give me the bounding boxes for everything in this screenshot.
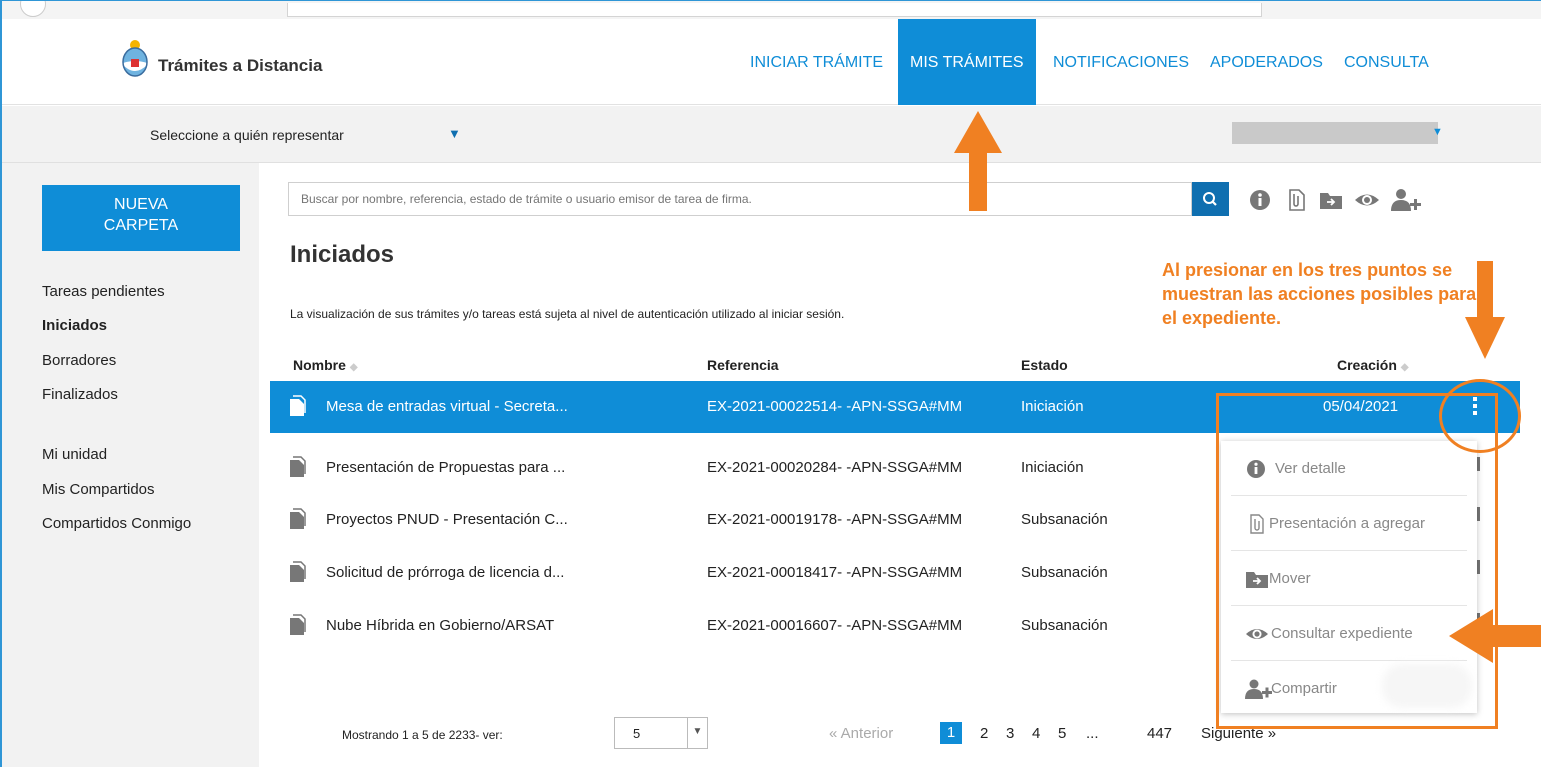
nav-apoderados[interactable]: APODERADOS [1210, 19, 1323, 105]
pagination-summary: Mostrando 1 a 5 de 2233- ver: [342, 728, 503, 742]
sort-icon[interactable]: ◆ [1401, 362, 1409, 373]
address-bar[interactable] [287, 3, 1262, 17]
user-caret-icon[interactable]: ▼ [1432, 126, 1443, 138]
column-header-creacion[interactable]: Creación ◆ [1337, 357, 1409, 373]
pagination-page-2[interactable]: 2 [980, 725, 988, 742]
search-button[interactable] [1192, 182, 1229, 216]
pagination-prev[interactable]: « Anterior [829, 725, 893, 742]
row-name[interactable]: Mesa de entradas virtual - Secreta... [326, 398, 568, 415]
attachment-icon[interactable] [1282, 188, 1308, 212]
chevron-down-icon[interactable]: ▼ [687, 718, 707, 748]
row-status: Iniciación [1021, 459, 1084, 476]
annotation-arrow-down-icon [1465, 261, 1505, 359]
pagination-page-447[interactable]: 447 [1147, 725, 1172, 742]
nav-mis-tramites[interactable]: MIS TRÁMITES [898, 19, 1036, 105]
sidebar-item-finalizados[interactable]: Finalizados [42, 386, 118, 403]
column-header-referencia: Referencia [707, 357, 779, 373]
sidebar-item-iniciados[interactable]: Iniciados [42, 317, 107, 334]
row-name[interactable]: Presentación de Propuestas para ... [326, 459, 565, 476]
sidebar-item-mis-compartidos[interactable]: Mis Compartidos [42, 481, 155, 498]
document-icon [290, 395, 306, 416]
nav-iniciar-tramite[interactable]: INICIAR TRÁMITE [750, 19, 883, 105]
annotation-text: Al presionar en los tres puntos se muest… [1162, 260, 1477, 328]
browser-button[interactable] [20, 1, 46, 17]
sort-icon[interactable]: ◆ [350, 362, 358, 373]
header: Trámites a Distancia INICIAR TRÁMITE MIS… [2, 19, 1541, 105]
row-reference: EX-2021-00016607- -APN-SSGA#MM [707, 617, 963, 634]
sidebar-item-borradores[interactable]: Borradores [42, 352, 116, 369]
nav-notificaciones[interactable]: NOTIFICACIONES [1053, 19, 1189, 105]
row-status: Subsanación [1021, 511, 1108, 528]
pagination-page-5[interactable]: 5 [1058, 725, 1066, 742]
row-reference: EX-2021-00018417- -APN-SSGA#MM [707, 564, 963, 581]
sidebar-item-compartidos-conmigo[interactable]: Compartidos Conmigo [42, 515, 191, 532]
user-name-redacted[interactable] [1232, 122, 1438, 144]
browser-strip [2, 1, 1541, 19]
page-size-select[interactable]: 5 ▼ [614, 717, 708, 749]
row-status: Iniciación [1021, 398, 1084, 415]
sidebar: NUEVA CARPETA Tareas pendientes Iniciado… [2, 163, 259, 767]
annotation-arrow-left-icon [1449, 609, 1541, 663]
eye-icon[interactable] [1354, 188, 1380, 212]
argentina-shield-icon [122, 40, 148, 77]
brand-title[interactable]: Trámites a Distancia [158, 56, 322, 76]
column-header-label: Creación [1337, 357, 1397, 373]
column-header-estado: Estado [1021, 357, 1068, 373]
search-input[interactable] [288, 182, 1192, 216]
nav-consulta[interactable]: CONSULTA [1344, 19, 1429, 105]
search-icon [1203, 192, 1217, 206]
pagination-ellipsis: ... [1086, 725, 1099, 742]
page-size-value: 5 [633, 726, 641, 741]
pagination-page-3[interactable]: 3 [1006, 725, 1014, 742]
document-icon [290, 508, 306, 529]
document-icon [290, 561, 306, 582]
row-reference: EX-2021-00020284- -APN-SSGA#MM [707, 459, 963, 476]
representation-caret-icon[interactable]: ▼ [448, 126, 461, 141]
representation-label[interactable]: Seleccione a quién representar [150, 127, 344, 143]
row-reference: EX-2021-00022514- -APN-SSGA#MM [707, 398, 963, 415]
row-status: Subsanación [1021, 564, 1108, 581]
row-name[interactable]: Solicitud de prórroga de licencia d... [326, 564, 564, 581]
row-name[interactable]: Nube Híbrida en Gobierno/ARSAT [326, 617, 554, 634]
annotation-arrow-up-icon [954, 111, 1002, 211]
column-header-label: Nombre [293, 357, 346, 373]
page-title: Iniciados [290, 241, 395, 268]
page: Trámites a Distancia INICIAR TRÁMITE MIS… [0, 0, 1541, 767]
add-user-icon[interactable] [1390, 188, 1422, 212]
move-folder-icon[interactable] [1318, 188, 1344, 212]
row-name[interactable]: Proyectos PNUD - Presentación C... [326, 511, 568, 528]
pagination-page-1[interactable]: 1 [940, 722, 962, 744]
annotation-box [1216, 393, 1498, 729]
sidebar-item-tareas-pendientes[interactable]: Tareas pendientes [42, 283, 165, 300]
info-icon[interactable] [1248, 188, 1274, 212]
new-folder-button[interactable]: NUEVA CARPETA [42, 185, 240, 251]
pagination-page-4[interactable]: 4 [1032, 725, 1040, 742]
auth-notice: La visualización de sus trámites y/o tar… [290, 307, 845, 321]
document-icon [290, 614, 306, 635]
representation-bar: Seleccione a quién representar ▼ ▼ [2, 106, 1541, 163]
document-icon [290, 456, 306, 477]
sidebar-item-mi-unidad[interactable]: Mi unidad [42, 446, 107, 463]
row-reference: EX-2021-00019178- -APN-SSGA#MM [707, 511, 963, 528]
column-header-nombre[interactable]: Nombre ◆ [293, 357, 358, 373]
row-status: Subsanación [1021, 617, 1108, 634]
